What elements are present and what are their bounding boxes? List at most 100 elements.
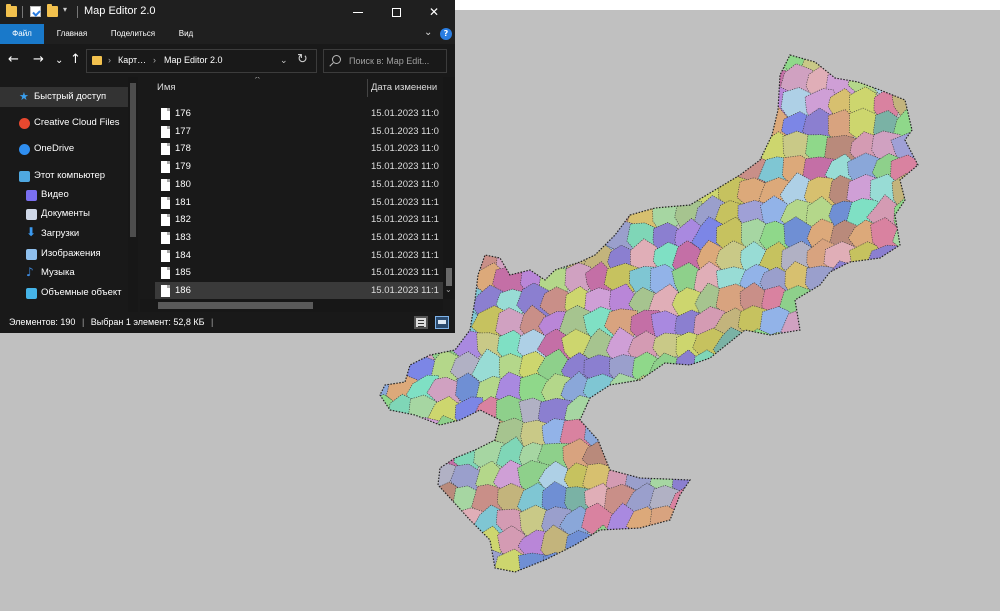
map-region[interactable] <box>430 548 466 580</box>
map-region[interactable] <box>893 45 924 80</box>
recent-locations-icon[interactable]: ⌄ <box>55 53 63 69</box>
scroll-down-icon[interactable]: ⌄ <box>445 285 452 294</box>
map-region[interactable] <box>915 485 946 521</box>
map-region[interactable] <box>366 504 396 542</box>
map-region[interactable] <box>802 308 842 343</box>
map-region[interactable] <box>741 353 771 385</box>
map-region[interactable] <box>541 48 572 77</box>
map-region[interactable] <box>365 439 400 472</box>
map-region[interactable] <box>669 547 708 584</box>
close-button[interactable]: ✕ <box>415 0 453 24</box>
map-region[interactable] <box>914 177 948 209</box>
map-region[interactable] <box>694 108 731 144</box>
map-region[interactable] <box>653 372 686 406</box>
map-region[interactable] <box>364 354 399 386</box>
map-region[interactable] <box>498 575 529 607</box>
map-region[interactable] <box>519 44 554 79</box>
map-region[interactable] <box>781 527 813 563</box>
map-region[interactable] <box>869 486 904 516</box>
map-region[interactable] <box>891 570 927 602</box>
map-region[interactable] <box>826 353 864 389</box>
map-region[interactable] <box>736 442 776 475</box>
map-region[interactable] <box>452 47 485 80</box>
map-region[interactable] <box>895 284 930 320</box>
map-region[interactable] <box>893 551 924 586</box>
map-region[interactable] <box>718 436 750 476</box>
map-region[interactable] <box>758 549 797 583</box>
map-region[interactable] <box>849 507 885 537</box>
map-region[interactable] <box>584 44 616 79</box>
map-region[interactable] <box>911 420 947 453</box>
map-region[interactable] <box>760 437 793 474</box>
map-region[interactable] <box>911 462 948 498</box>
map-region[interactable] <box>560 132 598 168</box>
map-region[interactable] <box>738 393 771 429</box>
map-region[interactable] <box>606 568 642 604</box>
map-region[interactable] <box>386 524 418 562</box>
map-region[interactable] <box>606 67 642 100</box>
address-bar[interactable]: › Карт… › Map Editor 2.0 ⌄ ↻ <box>86 49 317 73</box>
map-region[interactable] <box>695 553 725 584</box>
map-region[interactable] <box>801 507 839 541</box>
map-region[interactable] <box>671 156 707 190</box>
map-region[interactable] <box>715 505 754 537</box>
breadcrumb-maps[interactable]: Карт… <box>118 55 146 65</box>
map-region[interactable] <box>780 463 817 497</box>
map-region[interactable] <box>648 505 684 540</box>
tab-2[interactable]: Поделиться <box>100 24 166 44</box>
map-region[interactable] <box>823 505 863 540</box>
map-region[interactable] <box>497 63 531 101</box>
map-region[interactable] <box>806 328 839 365</box>
map-region[interactable] <box>694 150 729 188</box>
map-region[interactable] <box>735 67 772 102</box>
map-region[interactable] <box>625 395 665 433</box>
map-region[interactable] <box>408 416 443 454</box>
details-view-icon[interactable] <box>414 316 428 329</box>
map-region[interactable] <box>515 88 554 121</box>
map-region[interactable] <box>871 546 905 585</box>
map-region[interactable] <box>916 574 952 608</box>
map-region[interactable] <box>890 527 925 562</box>
map-region[interactable] <box>608 419 643 452</box>
map-region[interactable] <box>562 46 597 76</box>
map-region[interactable] <box>675 110 704 143</box>
map-region[interactable] <box>847 376 880 409</box>
map-region[interactable] <box>673 442 708 476</box>
map-region[interactable] <box>648 47 685 77</box>
map-region[interactable] <box>625 42 660 79</box>
map-region[interactable] <box>911 87 945 122</box>
map-region[interactable] <box>738 551 776 583</box>
map-region[interactable] <box>651 87 688 120</box>
map-region[interactable] <box>386 575 423 606</box>
map-region[interactable] <box>581 571 618 607</box>
map-region[interactable] <box>804 551 836 585</box>
map-region[interactable] <box>673 88 708 124</box>
map-region[interactable] <box>387 549 422 585</box>
map-region[interactable] <box>408 436 440 476</box>
map-region[interactable] <box>630 89 659 123</box>
map-region[interactable] <box>847 265 882 295</box>
map-region[interactable] <box>584 155 622 190</box>
map-region[interactable] <box>782 442 816 475</box>
map-region[interactable] <box>563 68 599 99</box>
map-region[interactable] <box>385 442 418 472</box>
map-region[interactable] <box>629 174 662 211</box>
map-region[interactable] <box>475 199 506 232</box>
map-region[interactable] <box>629 573 662 602</box>
map-region[interactable] <box>628 416 665 453</box>
file-list-vertical-scrollbar[interactable]: ⌄ <box>443 77 455 299</box>
map-region[interactable] <box>780 392 821 429</box>
map-region[interactable] <box>741 507 772 542</box>
map-region[interactable] <box>519 133 556 166</box>
map-region[interactable] <box>824 395 861 433</box>
map-region[interactable] <box>580 108 617 147</box>
map-region[interactable] <box>672 132 705 165</box>
map-region[interactable] <box>714 549 752 583</box>
map-region[interactable] <box>543 90 576 123</box>
map-region[interactable] <box>737 377 772 408</box>
tab-0[interactable]: Файл <box>0 24 44 44</box>
map-region[interactable] <box>868 47 906 77</box>
map-region[interactable] <box>804 486 840 516</box>
up-button[interactable]: ↑ <box>70 52 81 68</box>
map-region[interactable] <box>910 287 948 320</box>
